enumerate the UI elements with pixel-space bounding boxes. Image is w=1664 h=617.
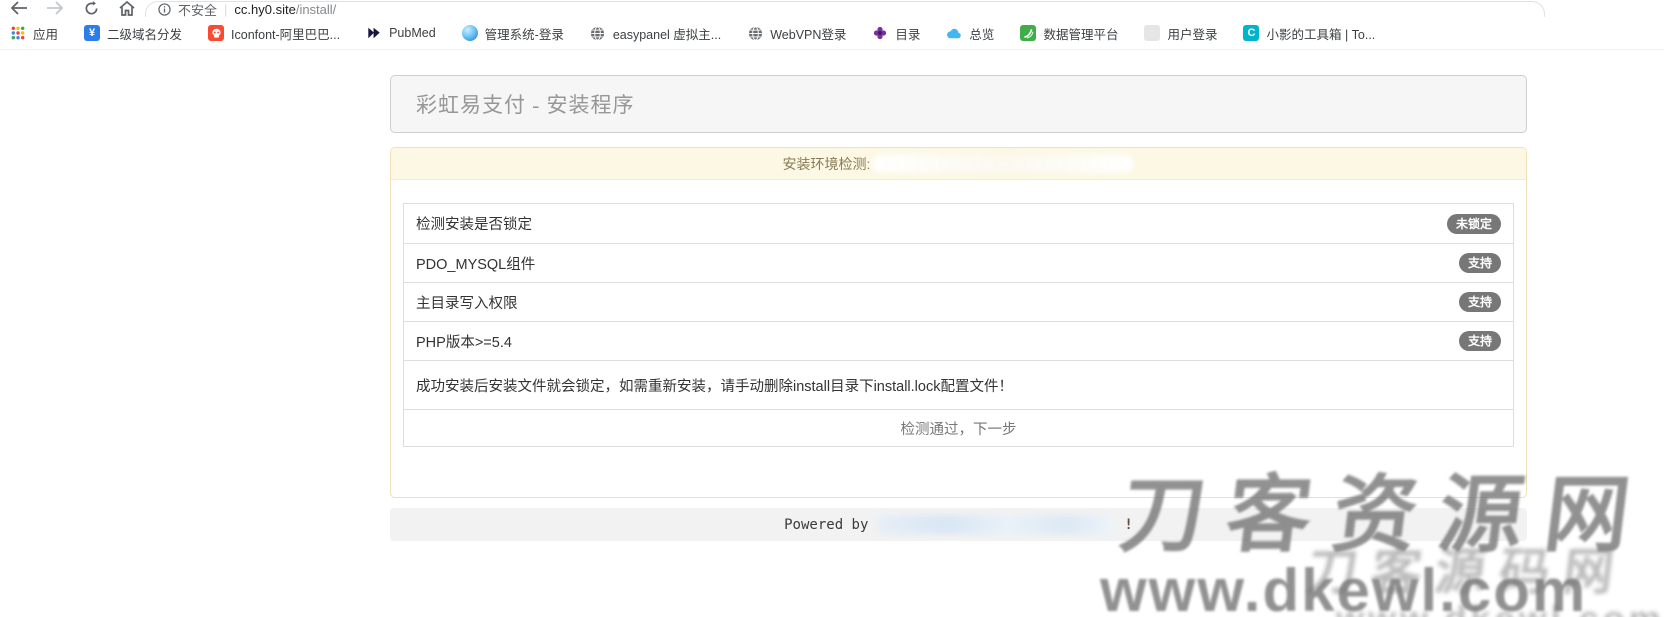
bookmark-overview[interactable]: 总览	[946, 24, 994, 43]
table-row: 检测安装是否锁定 未锁定	[404, 204, 1513, 243]
forward-icon[interactable]	[44, 0, 66, 16]
purple-flower-icon	[872, 25, 888, 41]
status-badge: 未锁定	[1446, 213, 1501, 234]
powered-by-suffix: !	[1124, 516, 1133, 533]
bookmark-pubmed[interactable]: PubMed	[366, 25, 436, 41]
bookmark-label: 数据管理平台	[1043, 27, 1119, 42]
iconfont-skull-icon	[208, 25, 225, 41]
censored-blur-region	[876, 515, 1117, 534]
info-icon[interactable]	[158, 3, 171, 16]
check-item-label: 检测安装是否锁定	[416, 217, 532, 233]
lock-notice-text: 成功安装后安装文件就会锁定，如需重新安装，请手动删除install目录下inst…	[416, 378, 1013, 395]
watermark-url: www.dkewl.com	[1100, 557, 1588, 617]
powered-by-text: Powered by	[784, 516, 869, 533]
globe-icon	[747, 25, 763, 41]
back-icon[interactable]	[8, 0, 30, 16]
yen-badge-icon: ¥	[84, 25, 101, 41]
bookmark-domain-dispatch[interactable]: ¥ 二级域名分发	[84, 24, 182, 43]
bookmark-label: WebVPN登录	[770, 27, 847, 42]
status-badge: 支持	[1458, 331, 1501, 351]
env-check-heading-bar: 安装环境检测:	[391, 148, 1526, 180]
watermark-text-faint: 刀客源码网	[1304, 544, 1631, 600]
bookmark-label: 用户登录	[1167, 27, 1218, 42]
page-title: 彩虹易支付 - 安装程序	[416, 93, 635, 117]
check-item-label: PDO_MYSQL组件	[416, 256, 536, 273]
status-badge: 支持	[1458, 253, 1501, 273]
bookmark-label: 小影的工具箱 | To...	[1266, 27, 1376, 42]
apps-grid-icon	[10, 25, 26, 41]
bookmark-label: 应用	[33, 27, 59, 42]
bookmark-easypanel[interactable]: easypanel 虚拟主...	[590, 24, 721, 43]
check-item-label: 主目录写入权限	[416, 295, 518, 312]
green-leaf-icon	[1020, 25, 1037, 41]
censored-blur-region	[872, 154, 1135, 173]
bookmark-label: 总览	[969, 27, 995, 42]
bookmark-label: 管理系统-登录	[484, 27, 564, 42]
table-row-notice: 成功安装后安装文件就会锁定，如需重新安装，请手动删除install目录下inst…	[404, 360, 1513, 409]
check-item-label: PHP版本>=5.4	[416, 334, 512, 351]
table-row: PHP版本>=5.4 支持	[404, 321, 1513, 360]
toolbox-icon: C	[1243, 25, 1260, 41]
bookmarks-bar: 应用 ¥ 二级域名分发 Iconfont-阿里巴巴... PubMed 管理系统…	[0, 17, 1664, 50]
bookmark-webvpn[interactable]: WebVPN登录	[747, 24, 846, 43]
table-row-next: 检测通过，下一步	[404, 409, 1513, 446]
cloud-icon	[946, 25, 962, 41]
address-separator: |	[224, 2, 228, 17]
bookmark-label: PubMed	[389, 26, 436, 40]
home-icon[interactable]	[116, 0, 138, 16]
url-path: /install/	[295, 1, 337, 17]
reload-icon[interactable]	[80, 0, 102, 16]
env-check-heading: 安装环境检测:	[782, 155, 871, 172]
pubmed-icon	[366, 25, 382, 41]
bookmark-label: 目录	[895, 27, 921, 42]
bookmark-data-platform[interactable]: 数据管理平台	[1020, 24, 1118, 43]
bookmark-label: easypanel 虚拟主...	[612, 27, 722, 42]
browser-toolbar: 不安全 | cc.hy0.site/install/	[0, 0, 1664, 27]
bookmark-label: Iconfont-阿里巴巴...	[231, 27, 341, 42]
blank-favicon	[1144, 25, 1161, 41]
bookmark-admin-login[interactable]: 管理系统-登录	[461, 24, 564, 43]
env-check-table: 检测安装是否锁定 未锁定 PDO_MYSQL组件 支持 主目录写入权限 支持 P…	[403, 203, 1514, 447]
bookmark-user-login[interactable]: 用户登录	[1144, 24, 1217, 43]
installer-title-panel: 彩虹易支付 - 安装程序	[390, 75, 1527, 133]
bookmark-toolbox[interactable]: C 小影的工具箱 | To...	[1243, 24, 1375, 43]
table-row: 主目录写入权限 支持	[404, 282, 1513, 321]
status-badge: 支持	[1458, 292, 1501, 312]
powered-by-bar: Powered by !	[390, 508, 1527, 541]
url-text[interactable]: cc.hy0.site/install/	[234, 1, 336, 19]
globe-icon	[590, 25, 606, 41]
table-row: PDO_MYSQL组件 支持	[404, 243, 1513, 282]
bookmark-iconfont[interactable]: Iconfont-阿里巴巴...	[208, 24, 340, 43]
watermark-url-faint: www.dkewl.com	[1336, 598, 1664, 617]
url-host: cc.hy0.site	[234, 1, 296, 17]
blue-sphere-icon	[461, 25, 478, 41]
bookmark-label: 二级域名分发	[107, 27, 183, 42]
next-step-link[interactable]: 检测通过，下一步	[901, 418, 1017, 439]
bookmark-catalog[interactable]: 目录	[872, 24, 920, 43]
browser-window: 不安全 | cc.hy0.site/install/ 应用 ¥ 二级域名分发 I…	[0, 0, 1664, 617]
bookmark-apps[interactable]: 应用	[10, 24, 58, 43]
